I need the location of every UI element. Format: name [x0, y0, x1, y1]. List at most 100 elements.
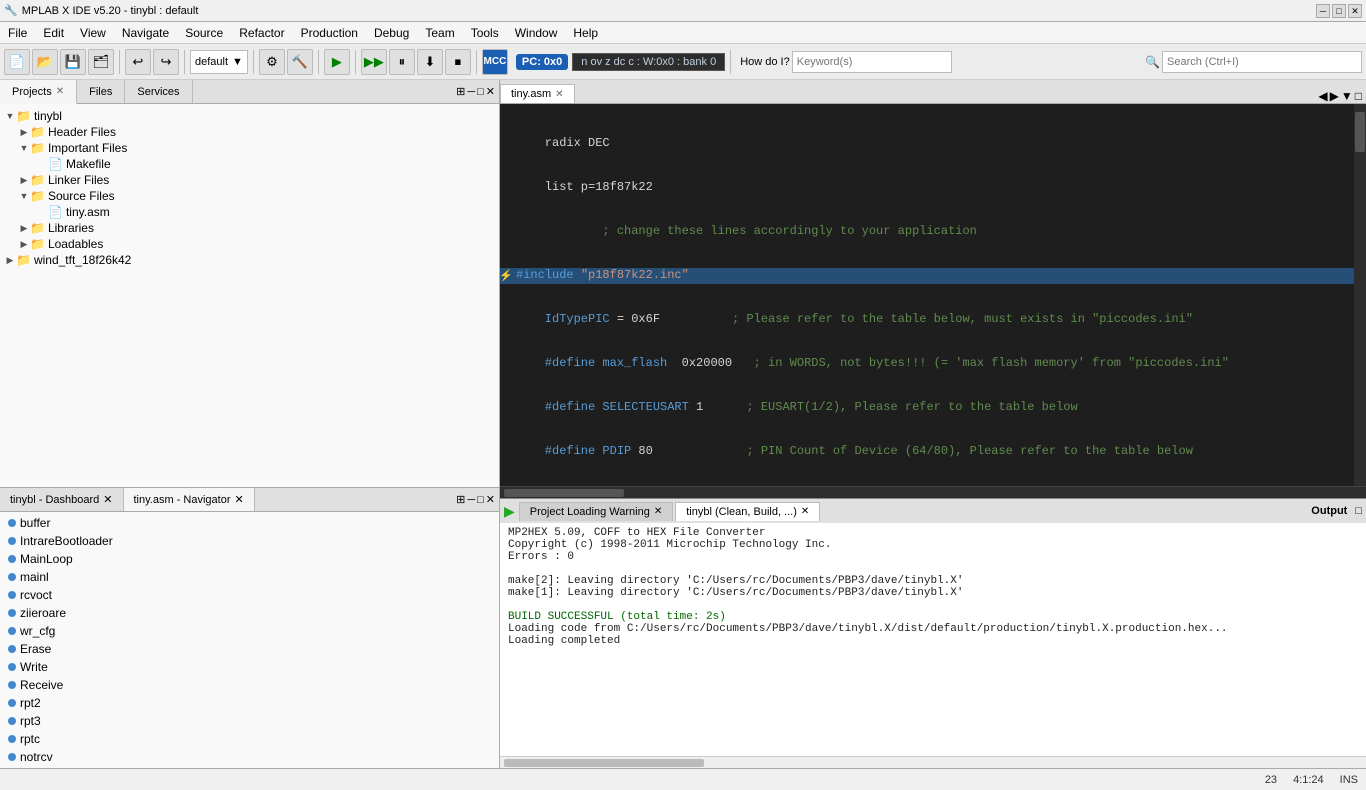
nav-item-mainl[interactable]: mainl	[0, 568, 499, 586]
nav-item-erase[interactable]: Erase	[0, 640, 499, 658]
nav-item-wr-cfg[interactable]: wr_cfg	[0, 622, 499, 640]
nav-item-rcvoct[interactable]: rcvoct	[0, 586, 499, 604]
editor-vscroll[interactable]	[1354, 104, 1366, 486]
search-input[interactable]	[1162, 51, 1362, 73]
output-play-icon[interactable]: ▶	[504, 503, 515, 520]
new-file-button[interactable]: 📄	[4, 49, 30, 75]
menu-window[interactable]: Window	[507, 22, 566, 43]
editor-hscroll[interactable]	[500, 486, 1366, 498]
nav-panel-close-icon[interactable]: ✕	[486, 493, 495, 506]
tree-toggle-wind-tft[interactable]: ▶	[4, 255, 16, 266]
debug-run-button[interactable]: ▶▶	[361, 49, 387, 75]
tree-item-wind-tft[interactable]: ▶ 📁 wind_tft_18f26k42	[0, 252, 499, 268]
tab-maximize-icon[interactable]: □	[1355, 89, 1362, 103]
folder-source-icon: 📁	[30, 189, 45, 203]
menu-tools[interactable]: Tools	[463, 22, 507, 43]
nav-item-ziieroare[interactable]: ziieroare	[0, 604, 499, 622]
close-button[interactable]: ✕	[1348, 4, 1362, 18]
tab-services[interactable]: Services	[125, 80, 192, 103]
nav-item-mainloop[interactable]: MainLoop	[0, 550, 499, 568]
menu-source[interactable]: Source	[177, 22, 231, 43]
editor-tab-tiny-asm[interactable]: tiny.asm ✕	[500, 84, 575, 103]
mcc-button[interactable]: MCC	[482, 49, 508, 75]
menu-debug[interactable]: Debug	[366, 22, 417, 43]
tab-files[interactable]: Files	[77, 80, 125, 103]
panel-maximize-icon[interactable]: □	[477, 86, 484, 98]
howdoi-input[interactable]	[792, 51, 952, 73]
menu-help[interactable]: Help	[565, 22, 606, 43]
nav-item-notrcv[interactable]: notrcv	[0, 748, 499, 766]
output-tab-build[interactable]: tinybl (Clean, Build, ...) ✕	[675, 502, 820, 521]
editor-body[interactable]: radix DEC list p=18f87k22 ; change these…	[500, 104, 1354, 486]
panel-collapse-icon[interactable]: ─	[467, 86, 475, 98]
nav-item-buffer[interactable]: buffer	[0, 514, 499, 532]
tab-scroll-left-icon[interactable]: ◀	[1318, 89, 1327, 103]
menu-production[interactable]: Production	[293, 22, 366, 43]
run-button[interactable]: ▶	[324, 49, 350, 75]
nav-item-write[interactable]: Write	[0, 658, 499, 676]
tree-item-libraries[interactable]: ▶ 📁 Libraries	[0, 220, 499, 236]
close-warning-tab-icon[interactable]: ✕	[654, 506, 662, 517]
tree-toggle-header[interactable]: ▶	[18, 127, 30, 138]
tree-toggle-important[interactable]: ▼	[18, 143, 30, 153]
tree-item-header-files[interactable]: ▶ 📁 Header Files	[0, 124, 499, 140]
close-projects-icon[interactable]: ✕	[56, 86, 64, 97]
output-line-3: Errors : 0	[508, 551, 1358, 563]
debug-pause-button[interactable]: ⏸	[389, 49, 415, 75]
save-all-button[interactable]: 🗂	[88, 49, 114, 75]
nav-item-intrare[interactable]: IntrareBootloader	[0, 532, 499, 550]
menu-refactor[interactable]: Refactor	[231, 22, 292, 43]
config-dropdown[interactable]: default ▼	[190, 50, 248, 74]
nav-panel-maximize-icon[interactable]: □	[477, 494, 484, 506]
tree-item-linker-files[interactable]: ▶ 📁 Linker Files	[0, 172, 499, 188]
panel-options-icon[interactable]: ⊞	[456, 85, 465, 98]
output-maximize-icon[interactable]: □	[1355, 505, 1362, 517]
close-navigator-icon[interactable]: ✕	[235, 493, 244, 506]
tree-toggle-source[interactable]: ▼	[18, 191, 30, 201]
nav-item-rpt2[interactable]: rpt2	[0, 694, 499, 712]
menu-navigate[interactable]: Navigate	[114, 22, 177, 43]
tree-toggle-libraries[interactable]: ▶	[18, 223, 30, 234]
menu-file[interactable]: File	[0, 22, 35, 43]
menu-view[interactable]: View	[72, 22, 114, 43]
maximize-button[interactable]: □	[1332, 4, 1346, 18]
close-editor-tab-icon[interactable]: ✕	[555, 89, 563, 100]
build-button[interactable]: 🔨	[287, 49, 313, 75]
close-dashboard-icon[interactable]: ✕	[103, 493, 112, 506]
tab-projects[interactable]: Projects ✕	[0, 80, 77, 104]
nav-item-rptc[interactable]: rptc	[0, 730, 499, 748]
tree-item-loadables[interactable]: ▶ 📁 Loadables	[0, 236, 499, 252]
configure-button[interactable]: ⚙	[259, 49, 285, 75]
output-tab-warning[interactable]: Project Loading Warning ✕	[519, 502, 673, 521]
tab-menu-icon[interactable]: ▼	[1341, 89, 1353, 103]
tree-toggle-loadables[interactable]: ▶	[18, 239, 30, 250]
tab-scroll-right-icon[interactable]: ▶	[1330, 89, 1339, 103]
nav-panel-collapse-icon[interactable]: ─	[467, 494, 475, 506]
tree-toggle-linker[interactable]: ▶	[18, 175, 30, 186]
program-button[interactable]: ⬇	[417, 49, 443, 75]
tab-navigator[interactable]: tiny.asm - Navigator ✕	[124, 488, 255, 511]
tree-item-makefile[interactable]: 📄 Makefile	[0, 156, 499, 172]
right-panel: tiny.asm ✕ ◀ ▶ ▼ □ radix DEC	[500, 80, 1366, 768]
tree-item-tiny-asm[interactable]: 📄 tiny.asm	[0, 204, 499, 220]
separator-5	[355, 50, 356, 74]
stop-button[interactable]: ⏹	[445, 49, 471, 75]
open-button[interactable]: 📂	[32, 49, 58, 75]
tree-item-important-files[interactable]: ▼ 📁 Important Files	[0, 140, 499, 156]
nav-item-receive[interactable]: Receive	[0, 676, 499, 694]
tree-toggle-root[interactable]: ▼	[4, 111, 16, 121]
menu-team[interactable]: Team	[417, 22, 462, 43]
minimize-button[interactable]: ─	[1316, 4, 1330, 18]
close-build-tab-icon[interactable]: ✕	[801, 506, 809, 517]
undo-button[interactable]: ↩	[125, 49, 151, 75]
nav-panel-options-icon[interactable]: ⊞	[456, 493, 465, 506]
output-hscroll[interactable]	[500, 756, 1366, 768]
nav-item-rpt3[interactable]: rpt3	[0, 712, 499, 730]
tab-dashboard[interactable]: tinybl - Dashboard ✕	[0, 488, 124, 511]
menu-edit[interactable]: Edit	[35, 22, 72, 43]
redo-button[interactable]: ↪	[153, 49, 179, 75]
tree-item-source-files[interactable]: ▼ 📁 Source Files	[0, 188, 499, 204]
tree-root-tinybl[interactable]: ▼ 📁 tinybl	[0, 108, 499, 124]
panel-close-icon[interactable]: ✕	[486, 85, 495, 98]
save-button[interactable]: 💾	[60, 49, 86, 75]
